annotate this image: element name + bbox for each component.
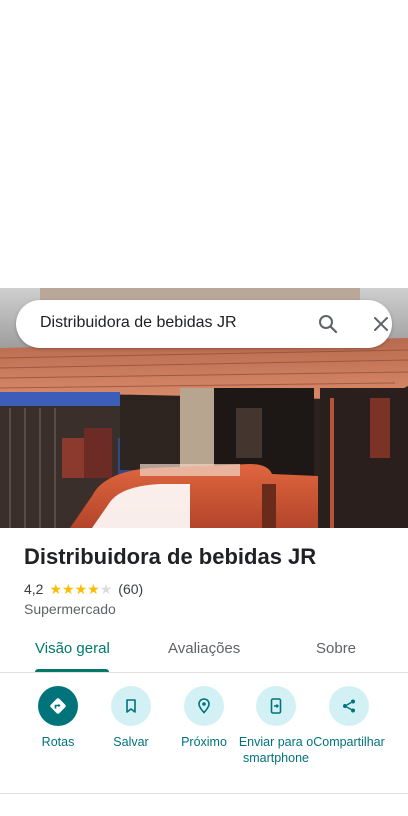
send-to-phone-label: Enviar para o smartphone xyxy=(238,735,314,765)
directions-label: Rotas xyxy=(41,735,75,749)
save-label: Salvar xyxy=(113,735,149,749)
tab-overview[interactable]: Visão geral xyxy=(35,640,110,657)
star-empty-icon: ★ xyxy=(99,581,113,597)
bookmark-icon xyxy=(111,686,151,726)
rating-row[interactable]: 4,2 ★ ★ ★ ★ ★ (60) xyxy=(24,580,143,598)
star-icon: ★ xyxy=(62,581,75,597)
place-tabs: Visão geral Avaliações Sobre xyxy=(0,628,408,673)
map-blank-area xyxy=(0,0,408,288)
star-icon: ★ xyxy=(74,581,88,597)
share-button[interactable]: Compartilhar xyxy=(313,686,385,750)
save-button[interactable]: Salvar xyxy=(95,686,167,750)
nearby-label: Próximo xyxy=(181,735,227,749)
tab-about[interactable]: Sobre xyxy=(316,640,356,657)
close-icon[interactable] xyxy=(369,312,393,336)
share-label: Compartilhar xyxy=(313,735,385,749)
place-title: Distribuidora de bebidas JR xyxy=(24,544,317,569)
search-bar[interactable]: Distribuidora de bebidas JR xyxy=(16,300,392,348)
action-bar: Rotas Salvar Próximo Enviar para o smart… xyxy=(0,674,408,794)
search-query-text[interactable]: Distribuidora de bebidas JR xyxy=(40,314,237,332)
send-to-phone-button[interactable]: Enviar para o smartphone xyxy=(238,686,314,766)
place-category: Supermercado xyxy=(24,601,116,617)
nearby-icon xyxy=(184,686,224,726)
star-icon: ★ xyxy=(49,581,63,597)
star-rating: ★ ★ ★ ★ ★ xyxy=(49,582,112,596)
rating-value: 4,2 xyxy=(24,581,44,597)
search-icon[interactable] xyxy=(316,312,340,336)
star-icon: ★ xyxy=(87,581,100,597)
active-tab-indicator xyxy=(35,669,109,672)
tab-reviews[interactable]: Avaliações xyxy=(168,640,240,657)
directions-icon xyxy=(38,686,78,726)
share-icon xyxy=(329,686,369,726)
review-count[interactable]: (60) xyxy=(118,581,143,597)
nearby-button[interactable]: Próximo xyxy=(168,686,240,750)
send-to-phone-icon xyxy=(256,686,296,726)
directions-button[interactable]: Rotas xyxy=(22,686,94,750)
